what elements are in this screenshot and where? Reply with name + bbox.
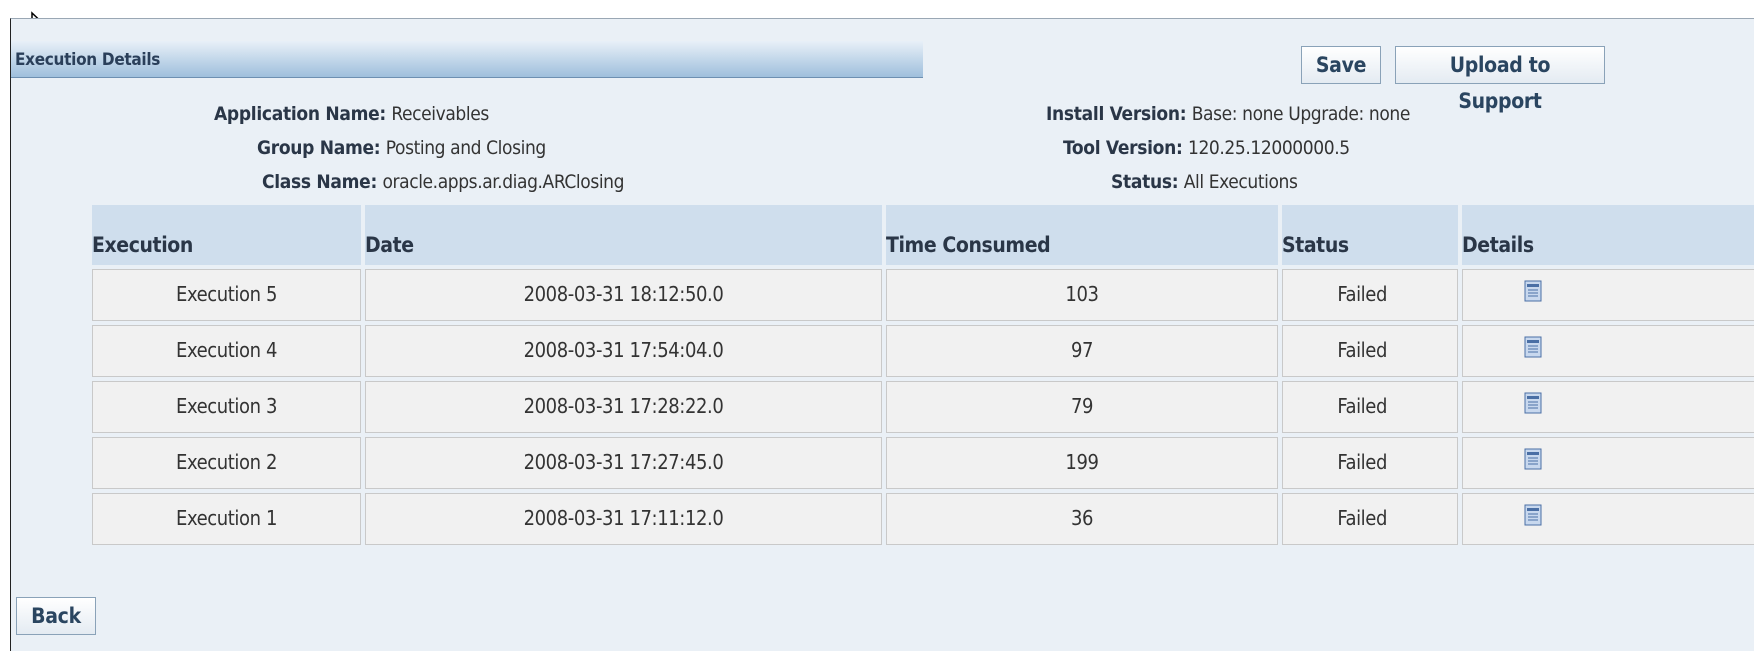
details-icon[interactable]	[1524, 392, 1542, 414]
execution-cell: Execution 1	[92, 493, 361, 545]
section-title: Execution Details	[15, 50, 161, 70]
date-cell: 2008-03-31 17:54:04.0	[365, 325, 882, 377]
table-row: Execution 1 2008-03-31 17:11:12.0 36 Fai…	[92, 493, 1754, 545]
details-cell	[1462, 437, 1754, 489]
tool-version-value: 120.25.12000000.5	[1187, 137, 1350, 159]
install-version-value: Base: none Upgrade: none	[1191, 103, 1411, 125]
status-cell: Failed	[1282, 437, 1458, 489]
details-cell	[1462, 493, 1754, 545]
details-icon[interactable]	[1524, 448, 1542, 470]
details-icon[interactable]	[1524, 280, 1542, 302]
class-name-row: Class Name: oracle.apps.ar.diag.ARClosin…	[262, 171, 624, 193]
application-name-label: Application Name:	[214, 103, 386, 125]
application-name-value: Receivables	[391, 103, 489, 125]
table-row: Execution 3 2008-03-31 17:28:22.0 79 Fai…	[92, 381, 1754, 433]
date-cell: 2008-03-31 17:27:45.0	[365, 437, 882, 489]
status-filter-value: All Executions	[1183, 171, 1298, 193]
time-consumed-cell: 103	[886, 269, 1278, 321]
details-cell	[1462, 381, 1754, 433]
back-button[interactable]: Back	[16, 597, 96, 635]
date-cell: 2008-03-31 18:12:50.0	[365, 269, 882, 321]
install-version-label: Install Version:	[1046, 103, 1187, 125]
status-cell: Failed	[1282, 381, 1458, 433]
execution-cell: Execution 5	[92, 269, 361, 321]
column-header-time-consumed[interactable]: Time Consumed	[886, 205, 1278, 265]
time-consumed-cell: 199	[886, 437, 1278, 489]
application-name-row: Application Name: Receivables	[214, 103, 489, 125]
upload-to-support-button[interactable]: Upload to Support	[1395, 46, 1605, 113]
execution-cell: Execution 2	[92, 437, 361, 489]
status-cell: Failed	[1282, 269, 1458, 321]
column-header-execution[interactable]: Execution	[92, 205, 361, 265]
table-row: Execution 2 2008-03-31 17:27:45.0 199 Fa…	[92, 437, 1754, 489]
date-cell: 2008-03-31 17:11:12.0	[365, 493, 882, 545]
tool-version-label: Tool Version:	[1063, 137, 1183, 159]
execution-cell: Execution 3	[92, 381, 361, 433]
save-button[interactable]: Save	[1301, 46, 1381, 84]
executions-table: Execution Date Time Consumed Status Deta…	[88, 201, 1754, 549]
time-consumed-cell: 97	[886, 325, 1278, 377]
install-version-row: Install Version: Base: none Upgrade: non…	[1046, 103, 1410, 125]
execution-cell: Execution 4	[92, 325, 361, 377]
group-name-value: Posting and Closing	[385, 137, 546, 159]
table-row: Execution 4 2008-03-31 17:54:04.0 97 Fai…	[92, 325, 1754, 377]
column-header-details: Details	[1462, 205, 1754, 265]
column-header-status[interactable]: Status	[1282, 205, 1458, 265]
group-name-label: Group Name:	[257, 137, 381, 159]
class-name-label: Class Name:	[262, 171, 378, 193]
details-cell	[1462, 325, 1754, 377]
column-header-date[interactable]: Date	[365, 205, 882, 265]
status-filter-label: Status:	[1111, 171, 1179, 193]
tool-version-row: Tool Version: 120.25.12000000.5	[1063, 137, 1350, 159]
group-name-row: Group Name: Posting and Closing	[257, 137, 546, 159]
status-cell: Failed	[1282, 325, 1458, 377]
class-name-value: oracle.apps.ar.diag.ARClosing	[382, 171, 625, 193]
table-row: Execution 5 2008-03-31 18:12:50.0 103 Fa…	[92, 269, 1754, 321]
details-icon[interactable]	[1524, 504, 1542, 526]
details-cell	[1462, 269, 1754, 321]
status-cell: Failed	[1282, 493, 1458, 545]
status-filter-row: Status: All Executions	[1111, 171, 1298, 193]
time-consumed-cell: 36	[886, 493, 1278, 545]
details-icon[interactable]	[1524, 336, 1542, 358]
time-consumed-cell: 79	[886, 381, 1278, 433]
date-cell: 2008-03-31 17:28:22.0	[365, 381, 882, 433]
